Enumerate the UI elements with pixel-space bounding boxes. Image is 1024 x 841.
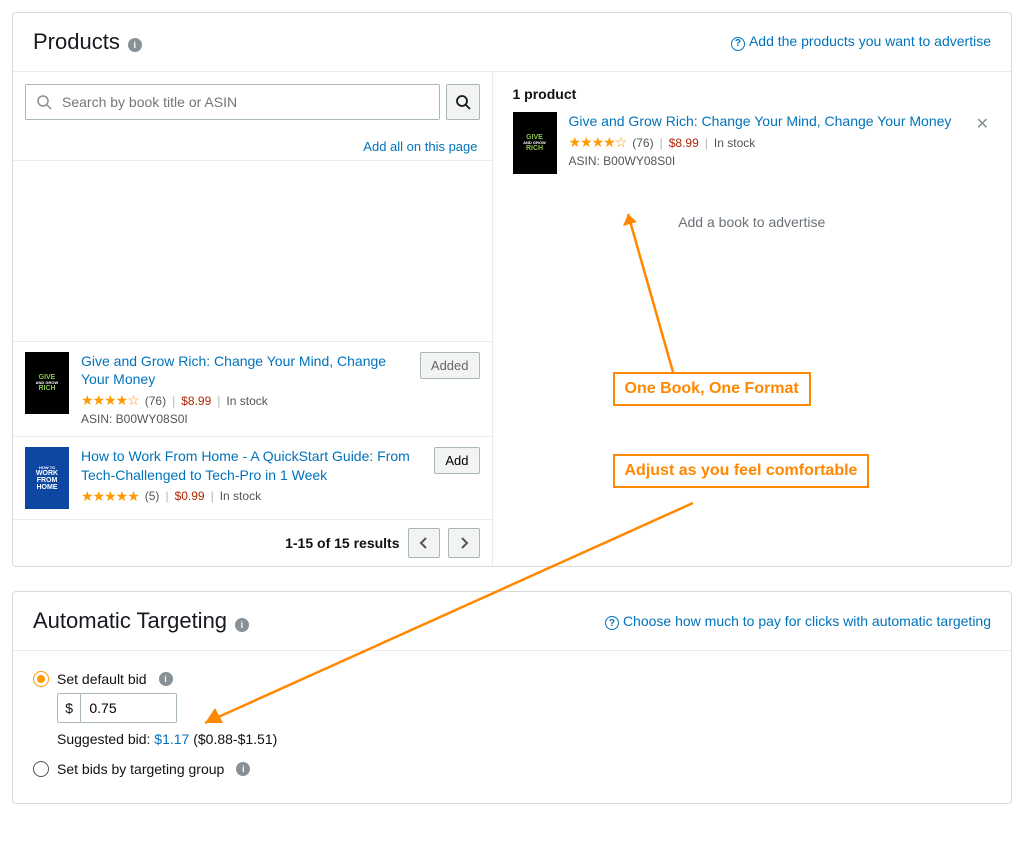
book-title-link[interactable]: How to Work From Home - A QuickStart Gui… [81,447,422,483]
search-input[interactable] [58,85,439,119]
products-search-column: Add all on this page GIVE AND GROW RICH … [13,72,493,566]
group-bid-option: Set bids by targeting group i [33,761,991,777]
bid-input[interactable] [81,694,176,722]
book-thumbnail: GIVE AND GROW RICH [25,352,69,414]
pagination: 1-15 of 15 results [13,519,492,566]
search-result-item: GIVE AND GROW RICH Give and Grow Rich: C… [13,341,492,436]
next-page-button[interactable] [448,528,480,558]
selected-product: GIVEAND GROWRICH Give and Grow Rich: Cha… [513,112,992,174]
book-price: $0.99 [175,489,205,503]
targeting-help-text: Choose how much to pay for clicks with a… [623,613,991,629]
review-count: (76) [145,394,166,408]
products-selected-column: 1 product GIVEAND GROWRICH Give and Grow… [493,72,1012,566]
default-bid-radio[interactable] [33,671,49,687]
add-all-link[interactable]: Add all on this page [363,139,477,154]
chevron-left-icon [419,537,429,549]
automatic-targeting-panel: Automatic Targeting i ? Choose how much t… [12,591,1012,804]
targeting-help-link[interactable]: ? Choose how much to pay for clicks with … [605,613,991,631]
search-button[interactable] [446,84,480,120]
info-icon[interactable]: i [159,672,173,686]
products-header: Products i ? Add the products you want to… [13,13,1011,71]
products-help-text: Add the products you want to advertise [749,33,991,49]
group-bid-label: Set bids by targeting group [57,761,224,777]
pagination-text: 1-15 of 15 results [285,535,399,551]
prev-page-button[interactable] [408,528,440,558]
book-title-link[interactable]: Give and Grow Rich: Change Your Mind, Ch… [569,112,962,130]
star-rating-icon: ★★★★☆ [81,392,139,409]
star-rating-icon: ★★★★☆ [569,134,627,151]
selected-info: Give and Grow Rich: Change Your Mind, Ch… [569,112,962,168]
search-input-wrap [25,84,440,120]
search-row [13,72,492,132]
added-button: Added [420,352,480,379]
currency-label: $ [58,694,81,722]
search-result-item: HOW TO WORK FROM HOME How to Work From H… [13,436,492,519]
selected-count: 1 product [513,72,992,112]
book-price: $8.99 [181,394,211,408]
suggested-bid-label: Suggested bid: [57,731,154,747]
products-title: Products [33,29,120,54]
default-bid-label: Set default bid [57,671,147,687]
add-all-row: Add all on this page [13,132,492,161]
suggested-bid: Suggested bid: $1.17 ($0.88-$1.51) [57,731,991,747]
book-title-link[interactable]: Give and Grow Rich: Change Your Mind, Ch… [81,352,408,388]
info-icon[interactable]: i [235,618,249,632]
callout-one-book: One Book, One Format [613,372,811,406]
help-icon: ? [731,37,745,51]
book-meta: ★★★★★ (5) | $0.99 | In stock [81,488,422,505]
targeting-body: Set default bid i $ Suggested bid: $1.17… [13,650,1011,803]
review-count: (5) [145,489,160,503]
targeting-title: Automatic Targeting [33,608,227,633]
callout-adjust: Adjust as you feel comfortable [613,454,870,488]
products-panel: Products i ? Add the products you want to… [12,12,1012,567]
suggested-bid-range: ($0.88-$1.51) [189,731,277,747]
stock-status: In stock [226,394,267,408]
products-help-link[interactable]: ? Add the products you want to advertise [731,33,991,51]
book-thumbnail: GIVEAND GROWRICH [513,112,557,174]
book-meta: ★★★★☆ (76) | $8.99 | In stock [81,392,408,409]
help-icon: ? [605,616,619,630]
result-info: Give and Grow Rich: Change Your Mind, Ch… [81,352,408,426]
stock-status: In stock [714,136,755,150]
targeting-header: Automatic Targeting i ? Choose how much t… [13,592,1011,650]
info-icon[interactable]: i [236,762,250,776]
book-asin: ASIN: B00WY08S0I [569,154,962,168]
stock-status: In stock [220,489,261,503]
result-info: How to Work From Home - A QuickStart Gui… [81,447,422,504]
chevron-right-icon [459,537,469,549]
book-thumbnail: HOW TO WORK FROM HOME [25,447,69,509]
add-book-hint: Add a book to advertise [513,174,992,270]
default-bid-option: Set default bid i [33,671,991,687]
book-meta: ★★★★☆ (76) | $8.99 | In stock [569,134,962,151]
book-price: $8.99 [669,136,699,150]
review-count: (76) [632,136,653,150]
remove-product-button[interactable]: ✕ [974,112,991,136]
products-body: Add all on this page GIVE AND GROW RICH … [13,71,1011,566]
bid-block: $ Suggested bid: $1.17 ($0.88-$1.51) [57,693,991,747]
search-icon [26,85,58,119]
add-button[interactable]: Add [434,447,479,474]
suggested-bid-value[interactable]: $1.17 [154,731,189,747]
results-spacer [13,161,492,341]
bid-input-wrap: $ [57,693,177,723]
book-asin: ASIN: B00WY08S0I [81,412,408,426]
info-icon[interactable]: i [128,38,142,52]
group-bid-radio[interactable] [33,761,49,777]
star-rating-icon: ★★★★★ [81,488,139,505]
